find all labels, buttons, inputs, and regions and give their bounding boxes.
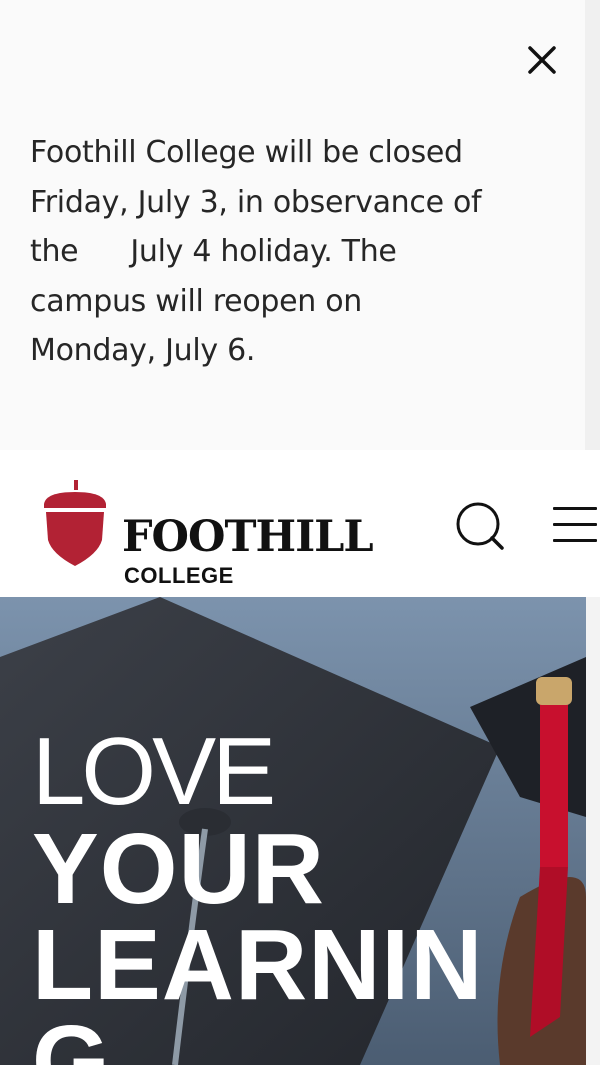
- acorn-logo-icon: [44, 480, 106, 566]
- alert-line: Foothill College will be closed: [30, 135, 463, 170]
- close-alert-button[interactable]: [522, 40, 562, 80]
- alert-line: campus will reopen on: [30, 283, 363, 319]
- alert-message: Foothill College will be closed Friday, …: [30, 128, 530, 376]
- hamburger-menu-icon: [553, 507, 597, 510]
- foothill-logo[interactable]: FOOTHILL COLLEGE: [40, 478, 380, 588]
- search-button[interactable]: [452, 500, 508, 552]
- logo-wordmark: FOOTHILL: [122, 512, 374, 562]
- logo-subtitle: COLLEGE: [124, 563, 234, 588]
- close-icon: [528, 46, 556, 74]
- hero-banner: LOVE YOUR LEARNIN G: [0, 597, 586, 1065]
- hero-line: YOUR: [32, 813, 325, 925]
- alert-line: Monday, July 6.: [30, 333, 256, 368]
- alert-scrollbar[interactable]: [585, 0, 600, 450]
- search-icon: [456, 502, 504, 550]
- menu-button[interactable]: [550, 505, 600, 545]
- alert-banner: Foothill College will be closed Friday, …: [0, 0, 585, 450]
- hero-line: LOVE: [32, 718, 276, 825]
- hero-line: LEARNIN: [32, 909, 484, 1021]
- alert-line: the: [30, 234, 79, 269]
- hamburger-menu-icon: [553, 523, 597, 526]
- alert-line: Friday, July 3, in observance of: [30, 184, 482, 220]
- site-header: FOOTHILL COLLEGE: [0, 450, 600, 597]
- hero-scrollbar[interactable]: [586, 597, 600, 1065]
- hamburger-menu-icon: [553, 539, 597, 542]
- hero-headline: LOVE YOUR LEARNIN G: [32, 723, 483, 1065]
- alert-line: July 4 holiday. The: [130, 234, 397, 269]
